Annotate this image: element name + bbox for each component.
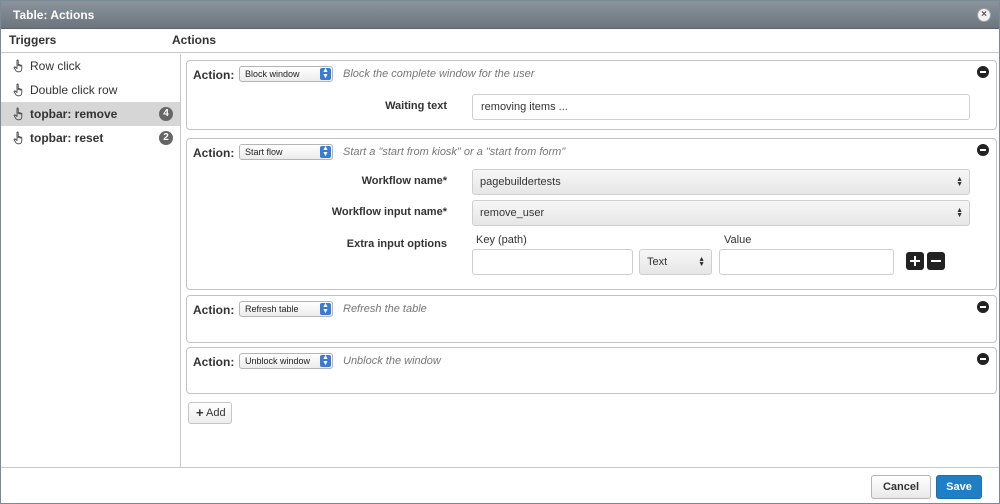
hand-pointer-icon [13, 59, 23, 73]
action-type-select[interactable]: Start flow ▲ ▼ [239, 144, 333, 160]
workflow-name-label: Workflow name* [361, 175, 447, 187]
actions-dialog: Table: Actions × Triggers Actions Row cl… [0, 0, 1000, 504]
remove-action-icon[interactable] [977, 144, 989, 156]
extra-input-options-label: Extra input options [346, 238, 447, 250]
trigger-label: Double click row [30, 83, 118, 97]
action-type-value: Refresh table [245, 304, 299, 314]
remove-action-icon[interactable] [977, 66, 989, 78]
actions-panel: Action: Block window ▲ ▼ Block the comple… [182, 54, 999, 467]
workflow-input-label: Workflow input name* [331, 206, 447, 218]
select-arrows-icon: ▲ ▼ [698, 256, 705, 268]
trigger-label: topbar: remove [30, 107, 118, 121]
action-card-refresh-table: Action: Refresh table ▲ ▼ Refresh the tab… [186, 295, 997, 343]
workflow-name-select[interactable]: pagebuildertests ▲ ▼ [472, 169, 970, 195]
action-description: Block the complete window for the user [343, 68, 535, 80]
action-type-select[interactable]: Block window ▲ ▼ [239, 66, 333, 82]
column-headers: Triggers Actions [1, 29, 999, 53]
action-type-value: Unblock window [245, 356, 311, 366]
action-type-value: Block window [245, 69, 300, 79]
key-path-header: Key (path) [476, 234, 527, 246]
action-label: Action: [193, 303, 235, 317]
plus-icon: + [196, 405, 204, 420]
select-arrows-icon: ▲ ▼ [956, 207, 963, 219]
hand-pointer-icon [13, 83, 23, 97]
remove-action-icon[interactable] [977, 353, 989, 365]
action-type-select[interactable]: Refresh table ▲ ▼ [239, 301, 333, 317]
dialog-footer: Cancel Save [1, 467, 999, 503]
triggers-sidebar: Row click Double click row topbar: remov… [1, 54, 181, 467]
select-arrows-icon: ▲ ▼ [320, 145, 331, 158]
action-description: Start a "start from kiosk" or a "start f… [343, 146, 566, 158]
action-label: Action: [193, 355, 235, 369]
hand-pointer-icon [13, 131, 23, 145]
trigger-row-click[interactable]: Row click [1, 54, 180, 78]
action-label: Action: [193, 146, 235, 160]
workflow-input-select[interactable]: remove_user ▲ ▼ [472, 200, 970, 226]
action-card-start-flow: Action: Start flow ▲ ▼ Start a "start fro… [186, 138, 997, 290]
trigger-double-click-row[interactable]: Double click row [1, 78, 180, 102]
add-button-label: Add [206, 407, 226, 419]
trigger-topbar-remove[interactable]: topbar: remove 4 [1, 102, 180, 126]
select-arrows-icon: ▲ ▼ [320, 354, 331, 367]
action-description: Refresh the table [343, 303, 427, 315]
value-type-select[interactable]: Text ▲ ▼ [639, 249, 712, 275]
trigger-label: topbar: reset [30, 131, 104, 145]
value-input[interactable] [719, 249, 894, 275]
select-arrows-icon: ▲ ▼ [320, 67, 331, 80]
count-badge: 4 [159, 107, 173, 121]
action-card-block-window: Action: Block window ▲ ▼ Block the comple… [186, 60, 997, 130]
action-label: Action: [193, 68, 235, 82]
action-card-unblock-window: Action: Unblock window ▲ ▼ Unblock the wi… [186, 347, 997, 394]
trigger-label: Row click [30, 59, 81, 73]
close-icon[interactable]: × [977, 8, 991, 22]
count-badge: 2 [159, 131, 173, 145]
dialog-title: Table: Actions [13, 8, 95, 22]
select-arrows-icon: ▲ ▼ [320, 302, 331, 315]
title-bar: Table: Actions × [1, 1, 999, 29]
waiting-text-label: Waiting text [385, 100, 447, 112]
workflow-input-value: remove_user [480, 207, 545, 219]
actions-header: Actions [172, 33, 217, 47]
select-arrows-icon: ▲ ▼ [956, 176, 963, 188]
key-path-input[interactable] [472, 249, 633, 275]
add-row-icon[interactable] [906, 252, 924, 270]
action-description: Unblock the window [343, 355, 441, 367]
hand-pointer-icon [13, 107, 23, 121]
value-type-value: Text [647, 256, 668, 268]
save-button[interactable]: Save [936, 475, 982, 499]
remove-action-icon[interactable] [977, 301, 989, 313]
action-type-value: Start flow [245, 147, 283, 157]
add-action-button[interactable]: + Add [188, 402, 232, 424]
triggers-header: Triggers [9, 33, 57, 47]
waiting-text-input[interactable]: removing items ... [472, 94, 970, 120]
cancel-button[interactable]: Cancel [871, 475, 931, 499]
value-header: Value [724, 234, 752, 246]
remove-row-icon[interactable] [927, 252, 945, 270]
trigger-topbar-reset[interactable]: topbar: reset 2 [1, 126, 180, 150]
action-type-select[interactable]: Unblock window ▲ ▼ [239, 353, 333, 369]
workflow-name-value: pagebuildertests [480, 176, 561, 188]
